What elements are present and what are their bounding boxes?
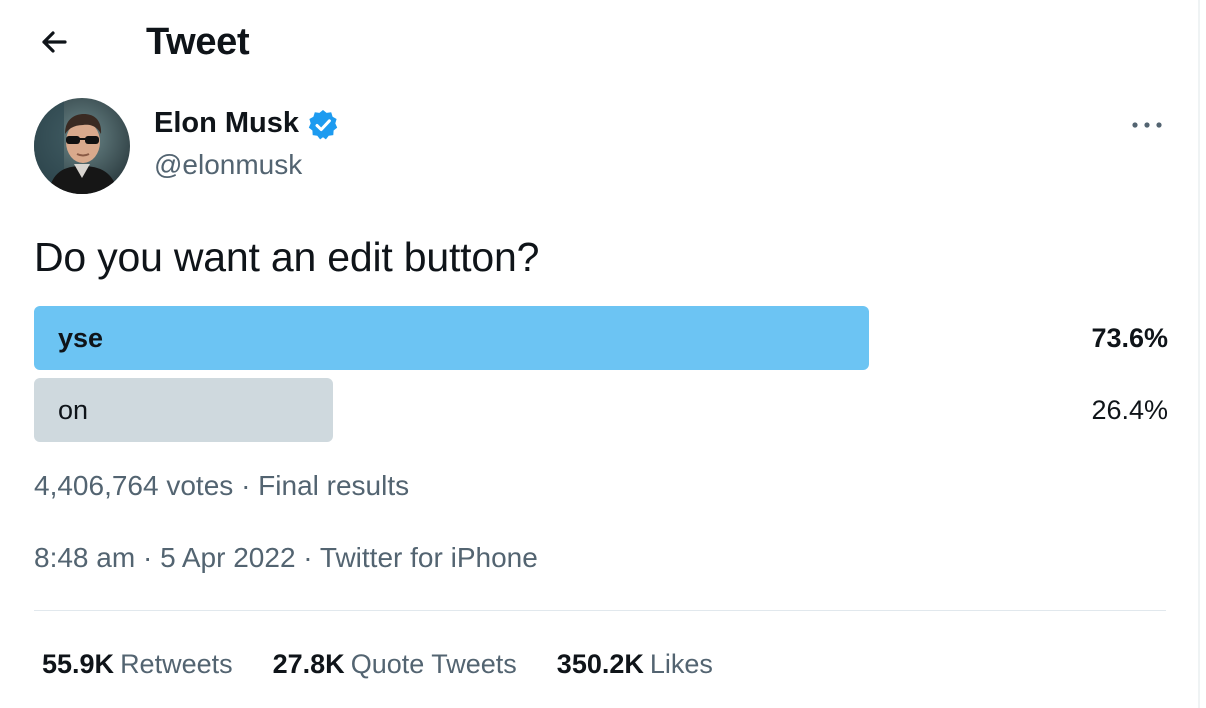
divider <box>34 610 1166 611</box>
tweet-header: Tweet <box>0 0 1196 86</box>
retweets-label: Retweets <box>120 649 233 679</box>
retweets-count: 55.9K <box>42 649 115 679</box>
more-horizontal-icon <box>1132 122 1162 128</box>
poll-status: Final results <box>258 470 410 501</box>
poll-votes: 4,406,764 votes <box>34 470 234 501</box>
poll-summary: 4,406,764 votes · Final results <box>34 468 409 504</box>
quotes-label: Quote Tweets <box>350 649 517 679</box>
poll-option: yse 73.6% <box>34 306 1168 370</box>
quotes-count: 27.8K <box>272 649 345 679</box>
column-border <box>1198 0 1200 708</box>
page-title: Tweet <box>146 21 250 63</box>
more-options-button[interactable] <box>1128 108 1166 142</box>
avatar-image <box>34 98 130 194</box>
tweet-timestamp: 8:48 am · 5 Apr 2022 · Twitter for iPhon… <box>34 540 538 576</box>
likes-stat[interactable]: 350.2K Likes <box>557 646 713 682</box>
quote-tweets-stat[interactable]: 27.8K Quote Tweets <box>273 646 517 682</box>
poll-option-label: yse <box>58 323 104 353</box>
poll-option: on 26.4% <box>34 378 1168 442</box>
author-name[interactable]: Elon Musk <box>154 106 299 140</box>
tweet-text: Do you want an edit button? <box>34 234 540 280</box>
separator: · <box>142 542 153 573</box>
likes-count: 350.2K <box>556 649 644 679</box>
separator: · <box>303 542 313 573</box>
avatar[interactable] <box>34 98 130 194</box>
tweet-stats: 55.9K Retweets 27.8K Quote Tweets 350.2K Li… <box>42 646 753 682</box>
verified-badge-icon <box>306 108 340 142</box>
tweet-source[interactable]: Twitter for iPhone <box>320 542 538 573</box>
poll-option-percent: 73.6% <box>1091 323 1168 353</box>
arrow-left-icon <box>42 31 67 53</box>
poll-option-label: on <box>58 395 89 425</box>
tweet-time[interactable]: 8:48 am <box>34 542 135 573</box>
separator: · <box>241 470 251 501</box>
back-button[interactable] <box>34 22 74 62</box>
author-handle[interactable]: @elonmusk <box>154 148 302 182</box>
retweets-stat[interactable]: 55.9K Retweets <box>42 646 233 682</box>
poll-option-percent: 26.4% <box>1091 395 1168 425</box>
tweet-date[interactable]: 5 Apr 2022 <box>160 542 295 573</box>
likes-label: Likes <box>649 649 713 679</box>
poll-bar <box>34 306 869 370</box>
